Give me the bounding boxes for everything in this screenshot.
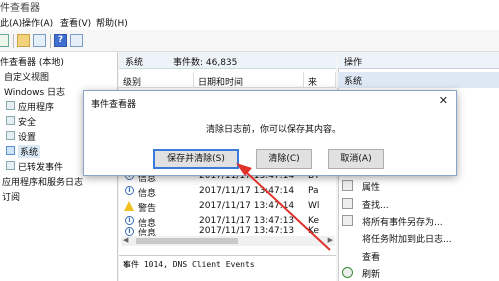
scroll-left-icon[interactable]: ◀ (123, 236, 128, 244)
column-header-row: 级别 日期和时间 来 (119, 72, 336, 88)
close-icon[interactable]: ✕ (439, 94, 448, 107)
action-view[interactable]: 查看 (340, 248, 498, 264)
event-level: 信息 (138, 189, 157, 199)
event-datetime: 2017/11/17 13:47:13 (199, 226, 295, 236)
action-find[interactable]: 查找... (340, 196, 498, 212)
close-icon[interactable]: ✕ (123, 259, 324, 268)
tree-item-security[interactable]: 安全 (18, 115, 36, 128)
table-row[interactable]: 警告 2017/11/17 13:47:14 Wl (121, 199, 335, 214)
list-event-count: 事件数: 46,835 (173, 58, 238, 68)
cancel-button[interactable]: 取消(A) (328, 149, 384, 169)
column-datetime[interactable]: 日期和时间 (194, 72, 304, 88)
save-icon (342, 215, 353, 226)
column-source[interactable]: 来 (304, 72, 336, 88)
properties-icon (342, 180, 353, 191)
menu-view[interactable]: 查看(V) (60, 16, 91, 29)
find-icon (342, 198, 353, 209)
log-icon (6, 131, 15, 140)
event-datetime: 2017/11/17 13:47:14 (199, 201, 295, 211)
menu-file[interactable]: 此(A) (0, 16, 22, 29)
menu-action[interactable]: 操作(A) (22, 16, 53, 29)
dialog-title: 事件查看器 (91, 100, 137, 110)
action-label: 将所有事件另存为... (362, 218, 443, 228)
help-icon[interactable]: ? (54, 34, 67, 47)
toolbar-separator (50, 34, 51, 48)
clear-button[interactable]: 清除(C) (256, 149, 312, 169)
menu-help[interactable]: 帮助(H) (96, 16, 128, 29)
scrollbar-thumb[interactable] (136, 238, 238, 244)
show-hide-action-pane-icon[interactable] (70, 34, 83, 47)
info-icon: i (125, 227, 134, 236)
actions-title: 操作 (344, 58, 363, 68)
scroll-right-icon[interactable]: ▶ (328, 236, 333, 244)
action-refresh[interactable]: 刷新 (340, 265, 498, 281)
action-properties[interactable]: 属性 (340, 178, 498, 194)
tree-item-windows-logs[interactable]: Windows 日志 (4, 85, 65, 98)
tree-item-forwarded-events[interactable]: 已转发事件 (18, 160, 63, 173)
tree-item-setup[interactable]: 设置 (18, 130, 36, 143)
action-save-all-events[interactable]: 将所有事件另存为... (340, 213, 498, 229)
log-icon (6, 146, 15, 155)
window-title: 件查看器 (0, 3, 40, 14)
actions-section-header[interactable]: 系统 (338, 72, 499, 88)
event-level: 警告 (138, 204, 157, 214)
tree-item-local[interactable]: 件查看器 (本地) (0, 55, 64, 68)
menu-bar: 此(A) 操作(A) 查看(V) 帮助(H) (0, 13, 499, 30)
action-label: 属性 (362, 183, 381, 193)
forward-icon[interactable] (0, 34, 9, 47)
tree-item-custom-views[interactable]: 自定义视图 (4, 70, 49, 83)
window-titlebar: 件查看器 (0, 0, 499, 14)
clear-log-dialog: 事件查看器 ✕ 清除日志前，你可以保存其内容。 保存并清除(S) 清除(C) 取… (83, 90, 457, 176)
save-and-clear-button[interactable]: 保存并清除(S) (153, 149, 239, 169)
event-source: Ke (308, 216, 319, 226)
toolbar-separator (13, 34, 14, 48)
action-label: 查找... (362, 201, 389, 211)
table-row[interactable]: i 信息 2017/11/17 13:47:14 Pa (121, 184, 335, 199)
actions-section-label: 系统 (344, 77, 363, 87)
action-label: 查看 (362, 253, 381, 263)
refresh-icon (342, 267, 353, 278)
action-attach-task[interactable]: 将任务附加到此日志... (340, 230, 498, 246)
info-icon: i (125, 216, 134, 225)
tree-item-system[interactable]: 系统 (18, 145, 41, 158)
log-icon (6, 161, 15, 170)
event-source: Pa (308, 186, 319, 196)
show-hide-tree-icon[interactable] (33, 34, 46, 47)
actions-header: 操作 (338, 52, 499, 69)
info-icon: i (125, 186, 134, 195)
tree-item-subscriptions[interactable]: 订阅 (2, 190, 20, 203)
action-label: 将任务附加到此日志... (362, 235, 452, 245)
event-source: Wl (308, 201, 320, 211)
event-datetime: 2017/11/17 13:47:13 (199, 216, 295, 226)
dialog-message: 清除日志前，你可以保存其内容。 (206, 125, 342, 135)
action-label: 刷新 (362, 270, 381, 280)
log-icon (6, 116, 15, 125)
tree-item-application[interactable]: 应用程序 (18, 100, 54, 113)
toolbar: ? (0, 30, 499, 52)
log-icon (6, 101, 15, 110)
event-detail-header: 事件 1014, DNS Client Events ✕ (119, 255, 336, 272)
event-source: Ke (308, 226, 319, 236)
list-header: 系统 事件数: 46,835 (119, 52, 336, 69)
warning-icon (124, 201, 134, 211)
folder-up-icon[interactable] (17, 34, 30, 47)
list-log-name: 系统 (125, 58, 144, 68)
column-level[interactable]: 级别 (119, 72, 194, 88)
event-level: 信息 (138, 229, 157, 236)
event-datetime: 2017/11/17 13:47:14 (199, 186, 295, 196)
table-row[interactable]: i 信息 2017/11/17 13:47:13 Ke (121, 226, 335, 236)
tree-item-apps-services-logs[interactable]: 应用程序和服务日志 (2, 175, 83, 188)
